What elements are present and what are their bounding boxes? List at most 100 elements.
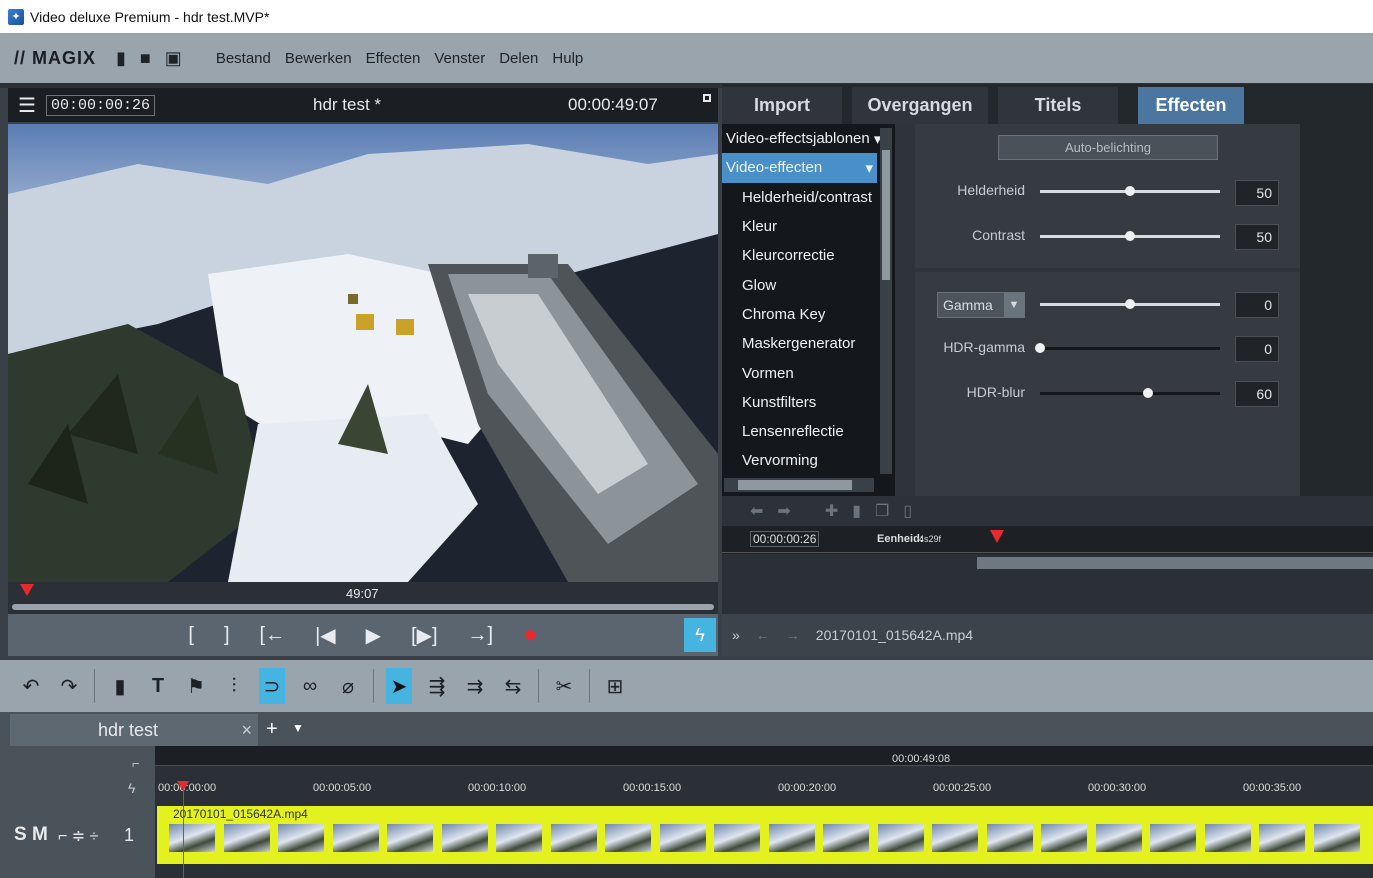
close-icon[interactable]: × [241, 720, 252, 741]
preview-current-time[interactable]: 00:00:00:26 [45, 94, 155, 116]
collapse-icon[interactable]: » [732, 627, 740, 643]
menu-effecten[interactable]: Effecten [366, 50, 421, 67]
video-effect-templates-header[interactable]: Video-effectsjablonen ▾ [722, 124, 895, 153]
back-arrow-icon[interactable]: ← [756, 627, 770, 643]
maximize-icon[interactable] [703, 94, 711, 102]
effect-item-kunstfilters[interactable]: Kunstfilters [722, 388, 895, 417]
effect-item-glow[interactable]: Glow [722, 270, 895, 299]
set-out-point-button[interactable]: ] [224, 624, 230, 647]
lightning-icon[interactable]: ϟ [684, 618, 716, 652]
menu-bewerken[interactable]: Bewerken [285, 50, 352, 67]
select-all-icon[interactable]: ⇉ [462, 668, 488, 704]
gamma-value[interactable]: 0 [1235, 292, 1279, 318]
tab-effecten[interactable]: Effecten [1138, 87, 1244, 124]
play-range-button[interactable]: [▶] [411, 623, 438, 648]
gamma-dropdown-label: Gamma [943, 297, 993, 313]
hdr-blur-value[interactable]: 60 [1235, 381, 1279, 407]
marker-flag-icon[interactable]: ⚑ [183, 668, 209, 704]
contrast-value[interactable]: 50 [1235, 224, 1279, 250]
hamburger-menu-icon[interactable]: ☰ [18, 93, 36, 118]
link-icon[interactable]: ∞ [297, 668, 323, 704]
brightness-value[interactable]: 50 [1235, 180, 1279, 206]
effect-item-helderheid-contrast[interactable]: Helderheid/contrast [722, 183, 895, 212]
preview-ruler[interactable]: 49:07 [8, 582, 718, 614]
split-icon[interactable]: ⫶ [221, 668, 247, 704]
tab-import[interactable]: Import [722, 87, 842, 124]
forward-arrow-icon[interactable]: → [786, 627, 800, 643]
play-button[interactable]: ▶ [366, 623, 381, 648]
timeline-playhead[interactable] [183, 783, 184, 878]
insert-mode-icon[interactable]: ⊞ [602, 668, 628, 704]
hdr-gamma-slider-knob[interactable] [1035, 343, 1045, 353]
hdr-blur-slider[interactable] [1040, 392, 1220, 395]
effect-item-maskergenerator[interactable]: Maskergenerator [722, 329, 895, 358]
undo-icon[interactable]: ↶ [18, 668, 44, 704]
effect-item-kleur[interactable]: Kleur [722, 212, 895, 241]
effect-item-chroma-key[interactable]: Chroma Key [722, 300, 895, 329]
record-button[interactable]: ● [523, 621, 538, 649]
delete-icon[interactable]: ▮ [107, 668, 133, 704]
unlink-icon[interactable]: ⌀ [335, 668, 361, 704]
templates-header-label: Video-effectsjablonen [726, 130, 870, 148]
tab-hdr-test[interactable]: hdr test × [10, 714, 258, 746]
previous-marker-button[interactable]: |◀ [315, 623, 336, 648]
scroll-thumb[interactable] [977, 557, 1373, 569]
arrow-left-icon[interactable]: ⬅ [750, 501, 763, 521]
auto-exposure-button[interactable]: Auto-belichting [998, 135, 1218, 160]
open-folder-icon[interactable]: ■ [140, 48, 151, 69]
chevron-down-icon[interactable]: ▼ [292, 721, 304, 735]
add-tab-icon[interactable]: + [266, 718, 278, 741]
effect-time[interactable]: 00:00:00:26 [750, 531, 820, 547]
trim-icon[interactable]: ⇆ [500, 668, 526, 704]
playhead-marker-icon[interactable] [177, 781, 189, 791]
effect-list-hscroll[interactable] [724, 478, 874, 492]
lightning-icon[interactable]: ϟ [128, 780, 135, 796]
new-file-icon[interactable]: ▮ [116, 48, 126, 69]
effect-timeline[interactable]: 00:00:00:26 Eenheid: 4s29f [722, 526, 1373, 554]
set-in-point-button[interactable]: [ [188, 624, 194, 647]
hdr-gamma-slider[interactable] [1040, 347, 1220, 350]
jump-to-in-button[interactable]: [← [260, 624, 286, 647]
menu-venster[interactable]: Venster [434, 50, 485, 67]
effect-timeline-scrollbar[interactable] [722, 554, 1373, 572]
effect-playhead-icon[interactable] [990, 530, 1004, 543]
video-clip[interactable]: 20170101_015642A.mp4 [157, 806, 1373, 864]
track-controls-icon[interactable]: ⌐ ≑ ÷ [58, 826, 98, 846]
text-tool-icon[interactable]: T [145, 668, 171, 704]
tab-overgangen[interactable]: Overgangen [852, 87, 988, 124]
effect-item-kleurcorrectie[interactable]: Kleurcorrectie [722, 241, 895, 270]
timeline-ruler[interactable]: ⌐ ϟ 00:00:49:08 00:00:00:00 00:00:05:00 00… [0, 746, 1373, 804]
menu-hulp[interactable]: Hulp [552, 50, 583, 67]
menu-bestand[interactable]: Bestand [216, 50, 271, 67]
track-solo-mute[interactable]: S M [14, 824, 48, 846]
jump-to-out-button[interactable]: →] [468, 624, 494, 647]
gamma-slider-knob[interactable] [1125, 299, 1135, 309]
paste-keyframe-icon[interactable]: ▯ [903, 501, 912, 521]
copy-keyframe-icon[interactable]: ❐ [875, 501, 889, 521]
hdr-blur-slider-knob[interactable] [1143, 388, 1153, 398]
effect-list-scrollbar[interactable] [880, 128, 892, 474]
lock-icon[interactable]: ⌐ [132, 756, 140, 771]
effect-item-vormen[interactable]: Vormen [722, 358, 895, 387]
gamma-dropdown[interactable]: Gamma ▼ [937, 292, 1025, 318]
pointer-tool-icon[interactable]: ➤ [386, 668, 412, 704]
redo-icon[interactable]: ↷ [56, 668, 82, 704]
arrow-right-icon[interactable]: ➡ [777, 501, 790, 521]
contrast-slider-knob[interactable] [1125, 231, 1135, 241]
tab-titels[interactable]: Titels [998, 87, 1118, 124]
magnet-icon[interactable]: ⊃ [259, 668, 285, 704]
brightness-slider-knob[interactable] [1125, 186, 1135, 196]
delete-keyframe-icon[interactable]: ▮ [852, 501, 861, 521]
video-effects-group[interactable]: Video-effecten ▾ [722, 153, 877, 183]
preview-scrollbar[interactable] [12, 604, 714, 610]
menu-delen[interactable]: Delen [499, 50, 538, 67]
video-preview[interactable] [8, 124, 718, 582]
scissors-icon[interactable]: ✂ [551, 668, 577, 704]
hdr-gamma-value[interactable]: 0 [1235, 336, 1279, 362]
effect-item-vervorming[interactable]: Vervorming [722, 446, 895, 475]
playhead-marker-icon[interactable] [20, 584, 34, 596]
select-track-icon[interactable]: ⇶ [424, 668, 450, 704]
add-keyframe-icon[interactable]: ✚ [825, 501, 838, 521]
save-icon[interactable]: ▣ [165, 48, 182, 69]
effect-item-lensenreflectie[interactable]: Lensenreflectie [722, 417, 895, 446]
